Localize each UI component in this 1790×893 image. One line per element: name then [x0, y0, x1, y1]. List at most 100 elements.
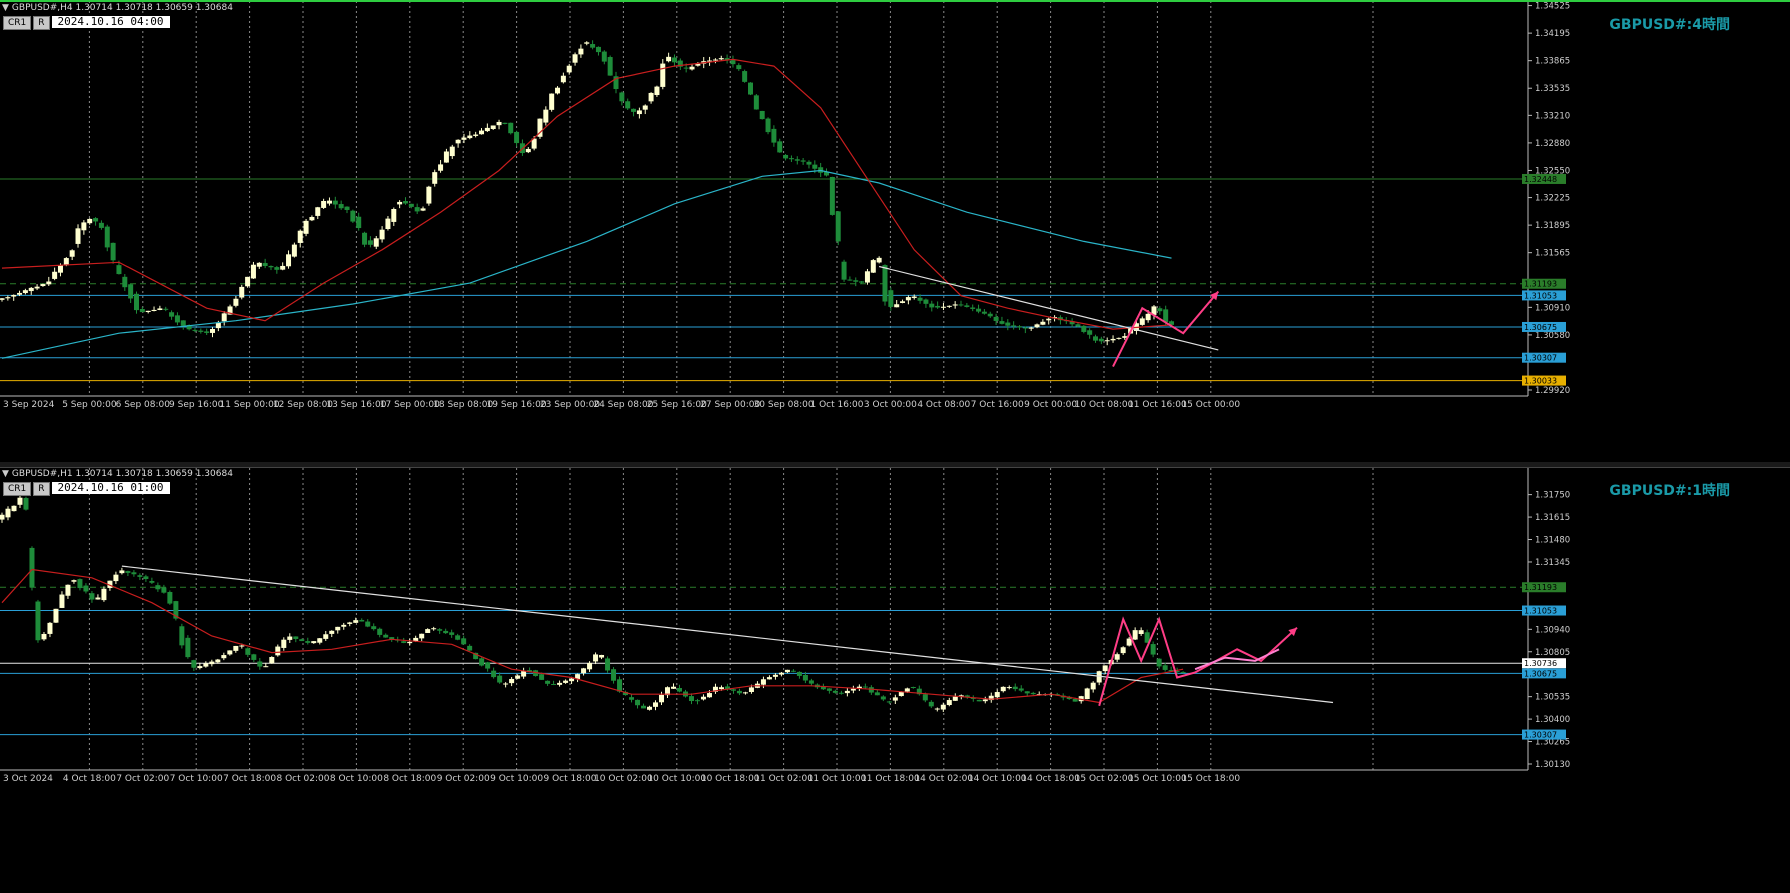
candle-body: [557, 682, 563, 685]
candle-body: [0, 298, 5, 300]
candle-body: [545, 680, 551, 684]
candle-body: [59, 594, 65, 608]
candle-body: [987, 313, 993, 317]
candle-body: [98, 222, 104, 228]
candle-body: [584, 42, 590, 44]
candle-body: [982, 699, 988, 702]
candle-body: [263, 666, 269, 668]
candle-body: [449, 146, 455, 157]
chart-toolbar-h1: CR1 R 2024.10.16 01:00: [3, 482, 170, 496]
candle-body: [11, 505, 17, 512]
candle-body: [1102, 665, 1108, 672]
candle-body: [167, 592, 173, 604]
candle-body: [119, 570, 125, 574]
y-tick-label: 1.34525: [1535, 2, 1570, 12]
candle-body: [940, 704, 946, 710]
candle-body: [53, 608, 59, 623]
scenario-path: [1098, 616, 1298, 707]
candle-body: [485, 662, 491, 669]
level-label: 1.30675: [1524, 323, 1557, 332]
candle-body: [297, 230, 303, 243]
x-tick-label: 10 Oct 10:00: [647, 774, 706, 784]
candle-body: [790, 670, 796, 672]
y-tick-label: 1.30130: [1535, 760, 1570, 770]
candle-body: [946, 700, 952, 706]
x-tick-label: 15 Oct 02:00: [1075, 774, 1134, 784]
candle-body: [917, 297, 923, 301]
candle-body: [431, 628, 437, 630]
x-tick-label: 7 Oct 18:00: [223, 774, 276, 784]
candle-body: [1000, 686, 1006, 692]
candle-body: [572, 54, 578, 63]
candle-body: [659, 694, 665, 703]
candle-body: [847, 279, 853, 281]
candle-body: [204, 331, 210, 333]
candle-body: [344, 206, 350, 210]
candle-body: [104, 226, 110, 248]
candle-body: [256, 262, 262, 267]
candle-body: [46, 281, 52, 285]
candle-body: [666, 56, 672, 62]
x-tick-label: 1 Oct 16:00: [811, 400, 864, 410]
x-tick-label: 24 Sep 08:00: [593, 400, 653, 410]
candle-body: [981, 311, 987, 314]
candle-body: [425, 629, 431, 633]
candle-body: [607, 57, 613, 76]
candle-body: [1104, 340, 1110, 342]
candle-body: [484, 127, 490, 132]
level-label: 1.30307: [1524, 731, 1557, 740]
candle-body: [882, 265, 888, 302]
candle-body: [595, 46, 601, 53]
candle-body: [185, 637, 191, 658]
x-tick-label: 12 Sep 08:00: [273, 400, 333, 410]
candle-body: [689, 66, 695, 70]
candle-body: [694, 700, 700, 702]
candle-body: [1116, 337, 1122, 339]
collapse-triangle-icon[interactable]: ▼: [2, 469, 9, 479]
candle-body: [1034, 324, 1040, 328]
chart-title-h4: GBPUSD#:4時間: [1609, 17, 1730, 33]
candle-body: [28, 287, 34, 292]
chart-pane-h4[interactable]: 3 Sep 2024 5 Sep 00:00 6 Sep 08:00 9 Sep 16…: [0, 0, 1790, 462]
candle-body: [812, 164, 818, 169]
chart-canvas-h1[interactable]: 3 Oct 2024 4 Oct 18:00 7 Oct 02:00 7 Oct 10…: [0, 468, 1790, 893]
candle-body: [946, 305, 952, 307]
candle-body: [52, 271, 58, 279]
candle-body: [671, 686, 676, 689]
candle-body: [835, 211, 841, 242]
x-tick-label: 11 Oct 02:00: [754, 774, 813, 784]
r-button[interactable]: R: [33, 482, 50, 496]
y-tick-label: 1.29920: [1535, 386, 1570, 396]
candle-body: [341, 624, 347, 627]
candle-body: [509, 678, 515, 684]
x-tick-label: 9 Oct 00:00: [1024, 400, 1077, 410]
candle-body: [515, 675, 521, 679]
collapse-triangle-icon[interactable]: ▼: [2, 3, 9, 13]
cr-button[interactable]: CR1: [3, 482, 32, 496]
candle-body: [377, 628, 383, 635]
r-button[interactable]: R: [33, 16, 50, 30]
cr-button[interactable]: CR1: [3, 16, 32, 30]
candle-body: [432, 172, 438, 184]
x-tick-label: 18 Sep 08:00: [433, 400, 493, 410]
candle-body: [122, 276, 128, 288]
y-tick-label: 1.30535: [1535, 693, 1570, 703]
candle-body: [631, 108, 637, 112]
candle-body: [467, 645, 473, 651]
level-label: 1.32448: [1524, 175, 1557, 184]
candle-body: [742, 692, 748, 694]
y-tick-label: 1.31565: [1535, 249, 1570, 259]
x-tick-label: 13 Sep 16:00: [326, 400, 386, 410]
chart-pane-h1[interactable]: 3 Oct 2024 4 Oct 18:00 7 Oct 02:00 7 Oct 10…: [0, 467, 1790, 893]
x-tick-label: 10 Oct 18:00: [701, 774, 760, 784]
candle-body: [151, 309, 157, 312]
candle-body: [373, 238, 379, 247]
candle-body: [280, 265, 286, 270]
x-tick-label: 9 Oct 18:00: [544, 774, 597, 784]
candle-body: [359, 619, 365, 622]
candle-body: [5, 297, 11, 299]
chart-canvas-h4[interactable]: 3 Sep 2024 5 Sep 00:00 6 Sep 08:00 9 Sep 16…: [0, 2, 1790, 462]
candle-body: [362, 232, 368, 245]
candle-body: [688, 696, 694, 702]
candle-body: [356, 216, 362, 229]
